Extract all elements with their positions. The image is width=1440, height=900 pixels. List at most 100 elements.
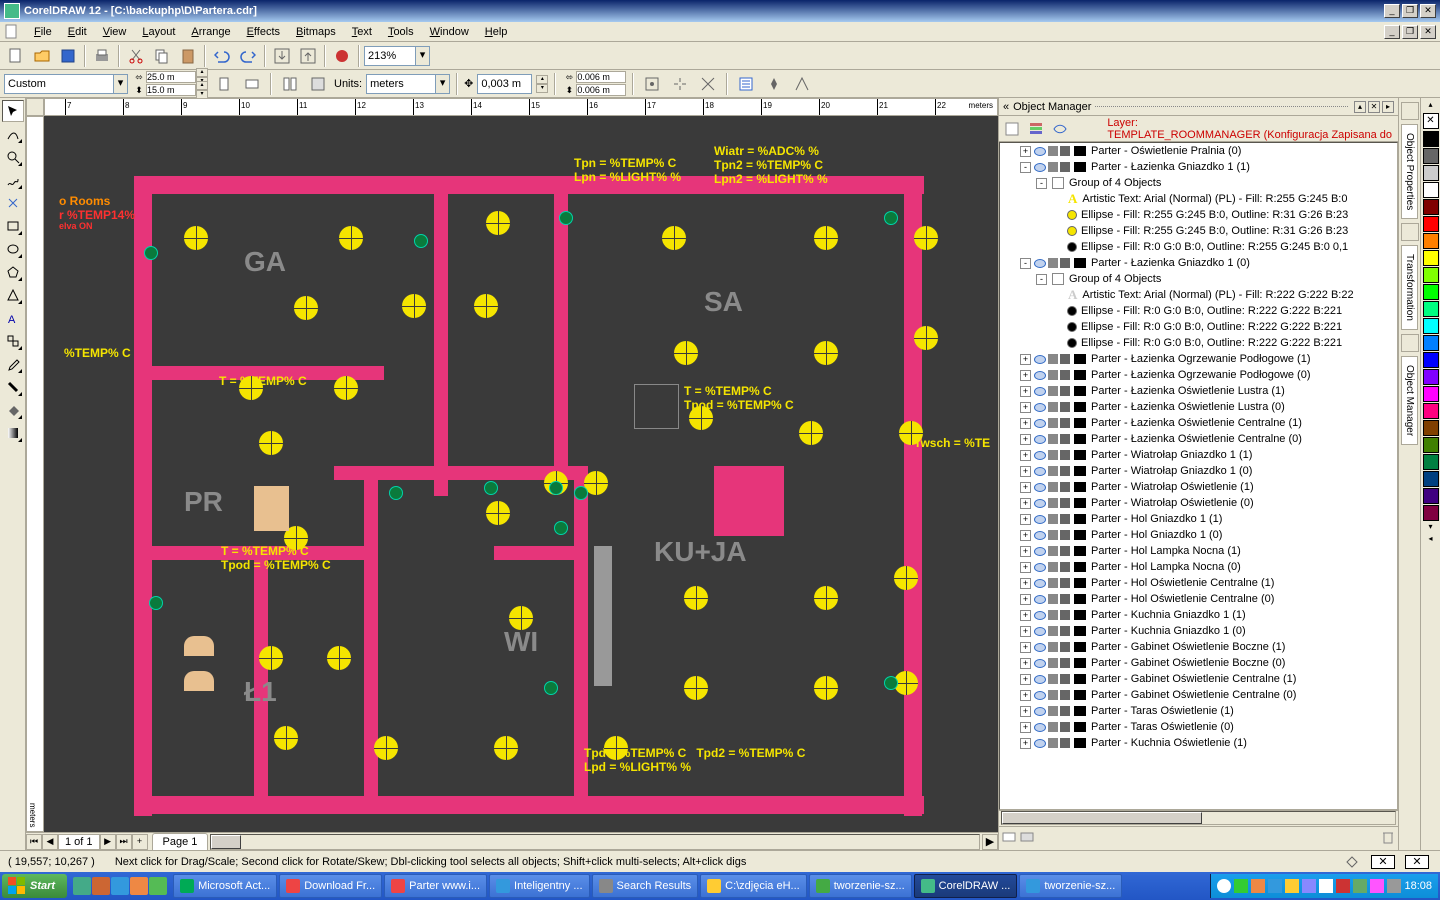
eye-icon[interactable] <box>1034 419 1046 428</box>
tree-row[interactable]: AArtistic Text: Arial (Normal) (PL) - Fi… <box>1000 191 1397 207</box>
edit-icon[interactable] <box>1060 354 1070 364</box>
tree-row[interactable]: +Parter - Hol Lampka Nocna (0) <box>1000 559 1397 575</box>
page-layout-button[interactable] <box>278 72 302 96</box>
color-swatch[interactable] <box>1423 471 1439 487</box>
ql-icon[interactable] <box>130 877 148 895</box>
eye-icon[interactable] <box>1034 163 1046 172</box>
edit-icon[interactable] <box>1060 386 1070 396</box>
tree-expand-icon[interactable]: - <box>1020 258 1031 269</box>
color-swatch[interactable] <box>1423 386 1439 402</box>
light-symbol[interactable] <box>274 726 298 750</box>
outline-swatch[interactable]: ✕ <box>1405 855 1429 869</box>
zoom-dropdown-icon[interactable]: ▾ <box>416 46 430 66</box>
dup-y-input[interactable] <box>576 84 626 96</box>
light-symbol[interactable] <box>239 376 263 400</box>
scroll-right-button[interactable]: ▶ <box>982 834 998 850</box>
menu-view[interactable]: View <box>95 24 135 40</box>
edit-icon[interactable] <box>1060 546 1070 556</box>
tree-expand-icon[interactable]: + <box>1020 674 1031 685</box>
edit-icon[interactable] <box>1060 370 1070 380</box>
print-icon[interactable] <box>1048 610 1058 620</box>
tree-row[interactable]: Ellipse - Fill: R:0 G:0 B:0, Outline: R:… <box>1000 303 1397 319</box>
ql-icon[interactable] <box>73 877 91 895</box>
nudge-input[interactable] <box>477 74 532 94</box>
tree-row[interactable]: +Parter - Kuchnia Gniazdko 1 (0) <box>1000 623 1397 639</box>
tree-row[interactable]: +Parter - Łazienka Ogrzewanie Podłogowe … <box>1000 351 1397 367</box>
light-symbol[interactable] <box>486 211 510 235</box>
start-button[interactable]: Start <box>2 874 67 898</box>
spin-up[interactable]: ▴ <box>196 81 208 90</box>
menu-edit[interactable]: Edit <box>60 24 95 40</box>
edit-icon[interactable] <box>1060 482 1070 492</box>
tree-expand-icon[interactable]: + <box>1020 514 1031 525</box>
light-symbol[interactable] <box>509 606 533 630</box>
tree-expand-icon[interactable]: + <box>1020 706 1031 717</box>
units-combo[interactable]: ▾ <box>366 74 450 94</box>
color-swatch[interactable] <box>1423 420 1439 436</box>
light-symbol[interactable] <box>604 736 628 760</box>
tray-icon[interactable] <box>1302 879 1316 893</box>
tree-row[interactable]: -Parter - Łazienka Gniazdko 1 (1) <box>1000 159 1397 175</box>
color-swatch[interactable] <box>1423 301 1439 317</box>
tray-icon[interactable] <box>1251 879 1265 893</box>
tree-row[interactable]: +Parter - Hol Lampka Nocna (1) <box>1000 543 1397 559</box>
tree-row[interactable]: +Parter - Gabinet Oświetlenie Centralne … <box>1000 671 1397 687</box>
edit-layers-button[interactable] <box>1025 118 1047 140</box>
color-swatch[interactable] <box>1423 369 1439 385</box>
eye-icon[interactable] <box>1034 531 1046 540</box>
menu-help[interactable]: Help <box>477 24 516 40</box>
taskbar-button[interactable]: Download Fr... <box>279 874 382 898</box>
tree-expand-icon[interactable]: + <box>1020 658 1031 669</box>
color-swatch[interactable] <box>1423 352 1439 368</box>
menu-window[interactable]: Window <box>422 24 477 40</box>
page-tab-1[interactable]: Page 1 <box>152 833 209 850</box>
cut-button[interactable] <box>124 44 148 68</box>
print-icon[interactable] <box>1048 546 1058 556</box>
eye-icon[interactable] <box>1034 675 1046 684</box>
print-icon[interactable] <box>1048 354 1058 364</box>
panel-options-button[interactable]: ▸ <box>1382 101 1394 113</box>
tree-row[interactable]: -Group of 4 Objects <box>1000 175 1397 191</box>
tree-row[interactable]: +Parter - Gabinet Oświetlenie Centralne … <box>1000 687 1397 703</box>
paste-button[interactable] <box>176 44 200 68</box>
tree-expand-icon[interactable]: + <box>1020 546 1031 557</box>
menu-text[interactable]: Text <box>344 24 380 40</box>
taskbar-button[interactable]: Inteligentny ... <box>489 874 590 898</box>
sensor-symbol[interactable] <box>884 211 898 225</box>
open-button[interactable] <box>30 44 54 68</box>
ruler-vertical[interactable]: meters <box>26 116 44 832</box>
tree-row[interactable]: +Parter - Gabinet Oświetlenie Boczne (1) <box>1000 639 1397 655</box>
eye-icon[interactable] <box>1034 611 1046 620</box>
layer-view-button[interactable] <box>1049 118 1071 140</box>
options-button[interactable] <box>734 72 758 96</box>
edit-icon[interactable] <box>1060 674 1070 684</box>
tree-row[interactable]: +Parter - Łazienka Ogrzewanie Podłogowe … <box>1000 367 1397 383</box>
spin-up[interactable]: ▴ <box>536 75 548 84</box>
taskbar-button[interactable]: CorelDRAW ... <box>914 874 1018 898</box>
color-swatch[interactable] <box>1423 488 1439 504</box>
dock-button[interactable] <box>1401 223 1419 241</box>
light-symbol[interactable] <box>259 646 283 670</box>
interactive-fill-tool[interactable] <box>2 422 24 444</box>
tree-row[interactable]: +Parter - Łazienka Oświetlenie Lustra (1… <box>1000 383 1397 399</box>
sensor-symbol[interactable] <box>389 486 403 500</box>
tree-expand-icon[interactable]: + <box>1020 610 1031 621</box>
tree-expand-icon[interactable]: + <box>1020 146 1031 157</box>
print-icon[interactable] <box>1048 690 1058 700</box>
tree-expand-icon[interactable]: - <box>1036 274 1047 285</box>
spin-down[interactable]: ▾ <box>536 84 548 93</box>
tree-expand-icon[interactable]: + <box>1020 738 1031 749</box>
tray-icon[interactable] <box>1353 879 1367 893</box>
tree-expand-icon[interactable]: + <box>1020 402 1031 413</box>
sensor-symbol[interactable] <box>149 596 163 610</box>
light-symbol[interactable] <box>914 326 938 350</box>
print-icon[interactable] <box>1048 706 1058 716</box>
polygon-tool[interactable] <box>2 261 24 283</box>
print-icon[interactable] <box>1048 594 1058 604</box>
edit-icon[interactable] <box>1060 498 1070 508</box>
tree-row[interactable]: +Parter - Hol Oświetlenie Centralne (1) <box>1000 575 1397 591</box>
light-symbol[interactable] <box>402 294 426 318</box>
tree-expand-icon[interactable]: + <box>1020 642 1031 653</box>
ql-icon[interactable] <box>111 877 129 895</box>
page-first-button[interactable]: ⏮ <box>26 834 42 850</box>
